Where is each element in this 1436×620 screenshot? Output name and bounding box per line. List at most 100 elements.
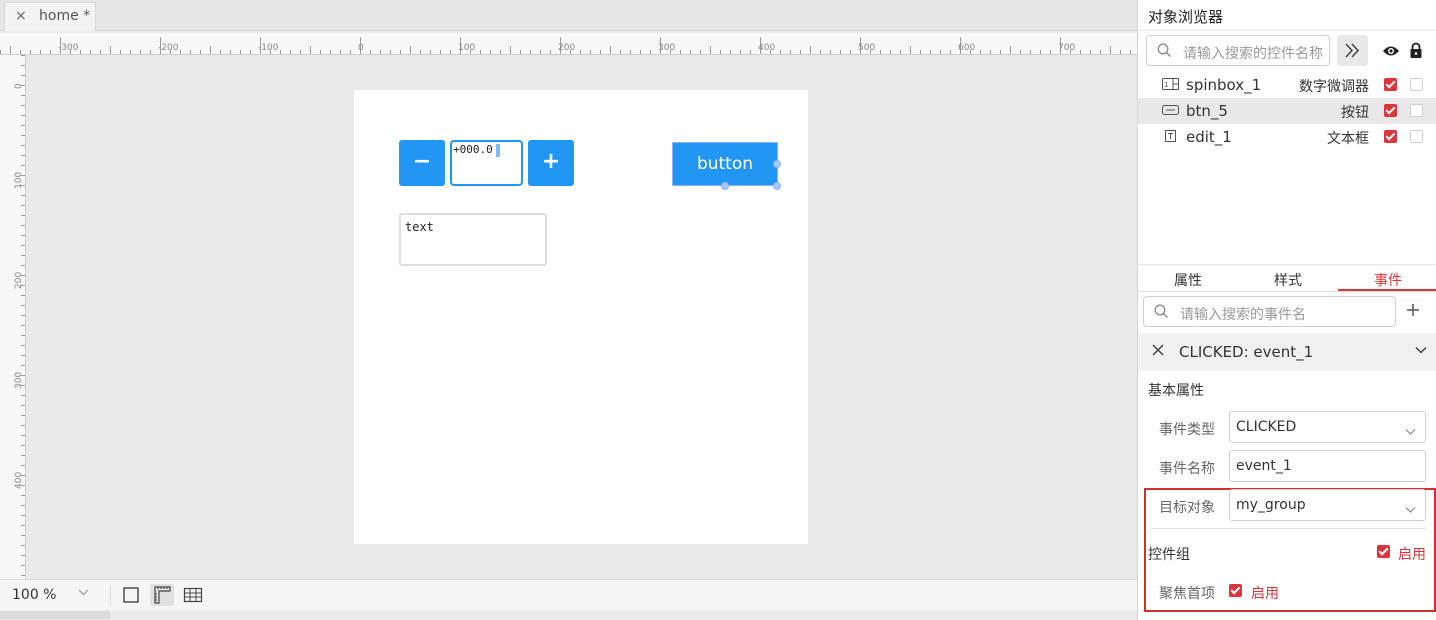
tree-item-name: btn_5	[1186, 102, 1228, 120]
edit1-widget[interactable]: text	[399, 213, 547, 266]
ruler-label: 600	[958, 43, 976, 53]
ruler-label: -100	[258, 43, 279, 53]
editor-area: × home * -300 -200 -100 0 100 200 300 40…	[0, 0, 1137, 620]
ruler-label: 700	[1058, 43, 1076, 53]
chevron-down-icon	[1405, 502, 1416, 518]
lock-icon[interactable]	[1409, 42, 1423, 63]
tree-item-name: spinbox_1	[1186, 76, 1262, 94]
textbox-icon	[1162, 130, 1179, 146]
search-icon	[1154, 304, 1169, 323]
event-search-input[interactable]: 请输入搜索的事件名	[1143, 296, 1396, 327]
horizontal-ruler: -300 -200 -100 0 100 200 300 400 500 600…	[0, 33, 1137, 55]
tab-properties[interactable]: 属性	[1138, 270, 1238, 290]
search-placeholder: 请输入搜索的控件名称	[1183, 46, 1323, 62]
tree-item-spinbox_1[interactable]: 1 spinbox_1 数字微调器	[1138, 72, 1436, 98]
event-name-value: event_1	[1236, 458, 1292, 474]
search-icon	[1157, 43, 1172, 62]
active-tab-indicator	[1338, 289, 1436, 291]
add-event-button[interactable]	[1406, 298, 1420, 322]
fit-screen-icon[interactable]	[119, 584, 143, 606]
close-icon[interactable]: ×	[15, 8, 27, 24]
right-panel: 对象浏览器 请输入搜索的控件名称 1 spinbox_1 数字微调器 btn_5…	[1137, 0, 1436, 620]
ruler-label: 0	[14, 83, 24, 89]
ruler-toggle-icon[interactable]	[150, 584, 174, 606]
spinbox-plus-button[interactable]: +	[528, 140, 574, 186]
visible-checkbox[interactable]	[1384, 104, 1397, 117]
visible-checkbox[interactable]	[1384, 78, 1397, 91]
spinbox-value-field[interactable]: +000.0	[450, 140, 523, 186]
event-type-value: CLICKED	[1236, 419, 1297, 435]
divider	[1150, 528, 1426, 529]
ruler-label: 400	[758, 43, 776, 53]
event-name-field[interactable]: event_1	[1229, 450, 1426, 482]
close-icon[interactable]	[1152, 342, 1164, 360]
control-group-label: 控件组	[1148, 547, 1190, 563]
object-search-input[interactable]: 请输入搜索的控件名称	[1146, 35, 1330, 66]
resize-handle-bottom[interactable]	[721, 182, 729, 190]
lock-checkbox[interactable]	[1410, 104, 1423, 117]
tree-item-edit_1[interactable]: edit_1 文本框	[1138, 124, 1436, 150]
divider	[1138, 30, 1436, 31]
panel-title: 对象浏览器	[1148, 8, 1224, 26]
event-name-label: 事件名称	[1159, 461, 1215, 477]
target-object-select[interactable]: my_group	[1229, 489, 1426, 521]
tree-item-type: 按钮	[1341, 105, 1369, 121]
tree-item-btn_5[interactable]: btn_5 按钮	[1138, 98, 1436, 124]
focus-first-checkbox[interactable]	[1229, 584, 1242, 597]
tab-title: home *	[39, 8, 91, 24]
control-group-checkbox[interactable]	[1377, 545, 1390, 558]
plus-icon	[1407, 304, 1419, 316]
chevron-down-icon	[1405, 424, 1416, 440]
ruler-label: 100	[458, 43, 476, 53]
selection-outline	[672, 142, 778, 186]
event-type-select[interactable]: CLICKED	[1229, 411, 1426, 443]
lock-checkbox[interactable]	[1410, 130, 1423, 143]
chevron-down-icon[interactable]	[78, 587, 89, 601]
target-object-value: my_group	[1236, 497, 1306, 513]
section-title: 基本属性	[1148, 383, 1204, 399]
event-header[interactable]: CLICKED: event_1	[1138, 333, 1436, 371]
zoom-level[interactable]: 100 %	[12, 587, 56, 603]
text-cursor	[496, 144, 500, 157]
spinbox-icon: 1	[1162, 78, 1179, 94]
visible-checkbox[interactable]	[1384, 130, 1397, 143]
button-icon	[1162, 104, 1179, 120]
focus-first-label: 聚焦首项	[1159, 586, 1215, 602]
ruler-label: -300	[58, 43, 79, 53]
ruler-label: 100	[14, 171, 24, 189]
grid-toggle-icon[interactable]	[181, 584, 205, 606]
ruler-label: 0	[358, 43, 364, 53]
scrollbar-thumb[interactable]	[0, 611, 110, 619]
horizontal-scrollbar[interactable]	[0, 610, 1137, 620]
vertical-ruler: 0 100 200 300 400	[0, 55, 26, 579]
eye-icon[interactable]	[1382, 44, 1400, 62]
app-window: × home * -300 -200 -100 0 100 200 300 40…	[0, 0, 1436, 620]
ruler-label: 400	[14, 471, 24, 489]
control-group-enable-label[interactable]: 启用	[1398, 544, 1426, 564]
ruler-label: 300	[658, 43, 676, 53]
event-header-title: CLICKED: event_1	[1179, 343, 1314, 361]
ruler-label: -200	[158, 43, 179, 53]
edit1-text: text	[405, 220, 434, 234]
tab-home[interactable]: × home *	[4, 2, 96, 31]
tab-style[interactable]: 样式	[1238, 270, 1338, 290]
focus-first-enable-label[interactable]: 启用	[1251, 583, 1279, 603]
spinbox-minus-button[interactable]: −	[399, 140, 445, 186]
ruler-label: 500	[858, 43, 876, 53]
double-chevron-right-icon	[1345, 43, 1360, 58]
expand-button[interactable]	[1337, 35, 1368, 66]
svg-text:1: 1	[1164, 81, 1168, 89]
ruler-label: 200	[14, 271, 24, 289]
tree-item-type: 文本框	[1327, 131, 1369, 147]
lock-checkbox[interactable]	[1410, 78, 1423, 91]
tree-item-name: edit_1	[1186, 128, 1232, 146]
tab-events[interactable]: 事件	[1338, 270, 1436, 290]
inspector-tabs: 属性 样式 事件	[1138, 264, 1436, 292]
chevron-down-icon[interactable]	[1415, 344, 1427, 360]
event-type-label: 事件类型	[1159, 422, 1215, 438]
resize-handle-right[interactable]	[773, 160, 781, 168]
resize-handle-corner[interactable]	[773, 182, 781, 190]
tree-item-type: 数字微调器	[1299, 79, 1369, 95]
ruler-ticks	[21, 55, 25, 576]
search-placeholder: 请输入搜索的事件名	[1180, 307, 1306, 323]
